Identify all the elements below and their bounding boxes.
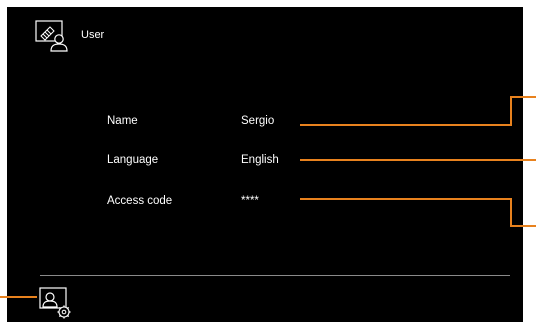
divider	[40, 275, 510, 276]
language-value[interactable]: English	[241, 154, 279, 166]
name-label: Name	[107, 115, 138, 127]
user-edit-icon[interactable]	[35, 20, 69, 52]
access-code-label: Access code	[107, 195, 173, 207]
user-settings-icon[interactable]	[39, 287, 73, 319]
page-title: User	[81, 29, 105, 41]
name-value[interactable]: Sergio	[241, 115, 274, 127]
access-code-value[interactable]: ****	[241, 195, 259, 207]
language-label: Language	[107, 154, 159, 166]
